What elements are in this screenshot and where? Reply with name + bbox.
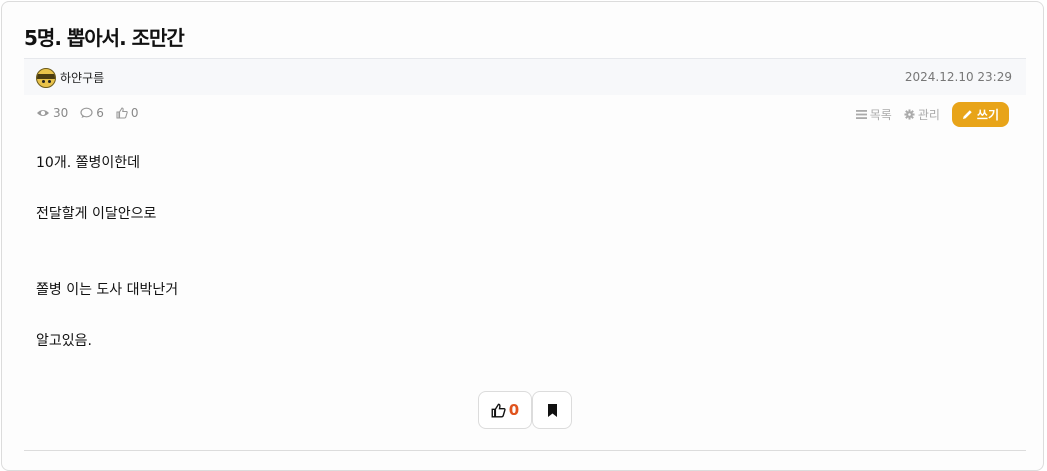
eye-icon [37,110,49,116]
author-bar: 하얀구름 2024.12.10 23:29 [24,58,1026,95]
comment-count-value: 6 [96,106,104,120]
like-count-value: 0 [130,106,139,120]
body-line: 알고있음. [36,333,92,349]
gear-icon [904,109,915,120]
post-actions: 목록 관리 쓰기 [855,102,1009,127]
body-line: 쫄병 이는 도사 대박난거 [36,282,179,298]
bookmark-button[interactable] [532,391,572,429]
write-button-label: 쓰기 [976,108,999,122]
avatar[interactable] [36,68,56,88]
pencil-icon [962,110,972,119]
bookmark-icon [547,403,557,417]
post-title: 5명. 뽑아서. 조만간 [24,26,185,50]
author-name[interactable]: 하얀구름 [60,69,104,86]
manage-button-label: 관리 [917,108,940,122]
list-button[interactable]: 목록 [855,106,892,123]
post-stats: 30 6 0 [36,106,151,120]
comment-icon [80,107,93,118]
view-count: 30 [36,106,68,120]
like-button[interactable]: 0 [478,391,532,429]
list-button-label: 목록 [869,108,892,122]
manage-button[interactable]: 관리 [904,106,940,123]
body-line: 전달할게 이달안으로 [36,206,157,222]
like-count: 0 [116,106,139,120]
thumbs-up-icon [116,107,128,119]
post-datetime: 2024.12.10 23:29 [904,70,1012,84]
body-line: 10개. 쫄병이한데 [36,155,140,171]
list-icon [855,110,867,119]
comment-count: 6 [80,106,104,120]
like-button-count: 0 [508,401,520,419]
post-card: 5명. 뽑아서. 조만간 하얀구름 2024.12.10 23:29 30 6 [1,1,1044,471]
view-count-value: 30 [53,106,69,120]
thumbs-up-icon [491,403,506,417]
write-button[interactable]: 쓰기 [951,102,1009,127]
